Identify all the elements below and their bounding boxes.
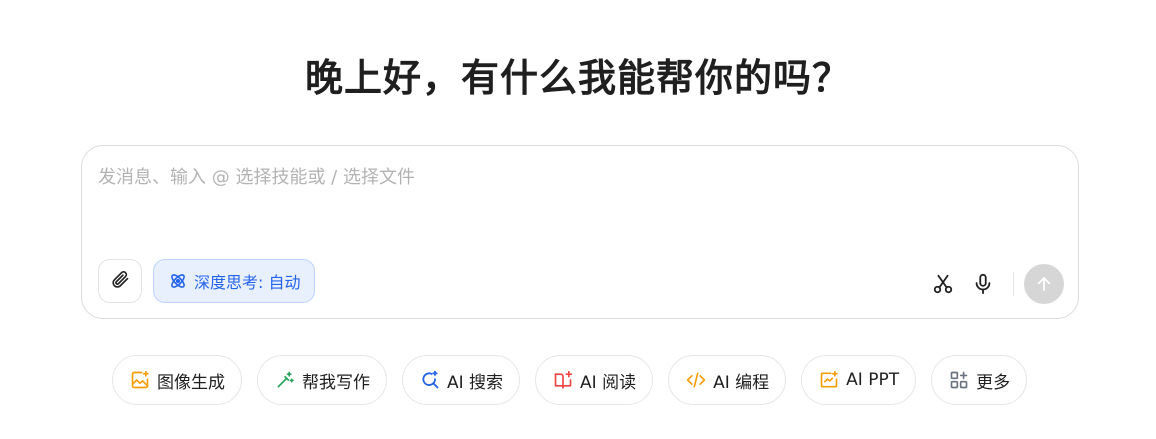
- chip-ai-reading[interactable]: AI 阅读: [535, 355, 654, 405]
- image-sparkle-icon: [130, 370, 150, 390]
- deep-think-label: 深度思考: 自动: [194, 273, 301, 292]
- chip-label: AI 搜索: [447, 372, 504, 393]
- quick-actions: 图像生成 帮我写作 AI 搜索 AI 阅读 AI 编程 AI PPT 更多: [112, 355, 1028, 405]
- search-sparkle-icon: [420, 370, 440, 390]
- paperclip-icon: [110, 269, 130, 293]
- slides-icon: [819, 370, 839, 390]
- pen-sparkle-icon: [275, 370, 295, 390]
- chip-label: 图像生成: [157, 372, 225, 393]
- scissors-icon[interactable]: [923, 264, 963, 304]
- code-icon: [686, 370, 706, 390]
- atom-icon: [168, 271, 188, 291]
- chip-image-generation[interactable]: 图像生成: [112, 355, 242, 405]
- attach-file-button[interactable]: [98, 259, 142, 303]
- message-input[interactable]: [98, 164, 1058, 224]
- book-sparkle-icon: [553, 370, 573, 390]
- chip-more[interactable]: 更多: [931, 355, 1028, 405]
- chip-label: AI 编程: [713, 372, 770, 393]
- chip-writing[interactable]: 帮我写作: [257, 355, 387, 405]
- grid-icon: [949, 370, 969, 390]
- tool-divider: [1013, 272, 1014, 296]
- chip-label: 帮我写作: [302, 372, 370, 393]
- message-composer: 深度思考: 自动: [81, 145, 1079, 319]
- chip-ai-ppt[interactable]: AI PPT: [801, 355, 917, 405]
- composer-tools: [923, 264, 1064, 304]
- chip-ai-coding[interactable]: AI 编程: [668, 355, 787, 405]
- chip-label: 更多: [976, 372, 1011, 393]
- chip-label: AI 阅读: [580, 372, 637, 393]
- chip-ai-search[interactable]: AI 搜索: [402, 355, 521, 405]
- page-greeting: 晚上好，有什么我能帮你的吗？: [304, 56, 851, 100]
- send-button[interactable]: [1024, 264, 1064, 304]
- chip-label: AI PPT: [846, 370, 900, 390]
- microphone-icon[interactable]: [963, 264, 1003, 304]
- deep-think-toggle[interactable]: 深度思考: 自动: [153, 259, 316, 303]
- arrow-up-icon: [1035, 275, 1053, 293]
